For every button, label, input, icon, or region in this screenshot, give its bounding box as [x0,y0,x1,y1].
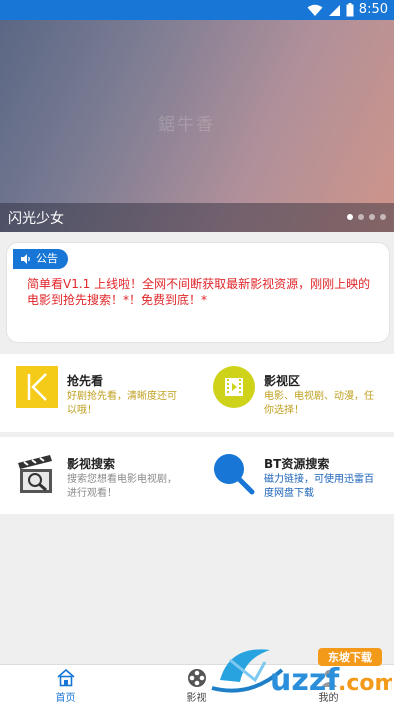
film-icon [213,366,255,408]
menu-title: BT资源搜索 [264,457,330,471]
banner-carousel[interactable]: 鋸牛香 闪光少女 [0,20,394,232]
menu-title: 影视搜索 [67,457,116,471]
film-reel-icon [187,669,206,687]
status-icons: 8:50 [307,2,388,18]
uzzf-badge: 东坡下载 [328,650,372,664]
carousel-dot[interactable] [347,214,353,220]
notice-text: 简单看V1.1 上线啦！全网不间断获取最新影视资源，刚刚上映的电影到抢先搜索！*… [27,277,371,307]
menu-desc: 搜索您想看电影电视剧，进行观看！ [67,474,177,499]
menu-title: 抢先看 [67,374,104,388]
carousel-dot[interactable] [369,214,375,220]
nav-item-home[interactable]: 首页 [0,665,131,702]
menu-item-preview[interactable]: 抢先看 好剧抢先看，清晰度还可以哦！ [0,354,197,432]
menu-row-2: 影视搜索 搜索您想看电影电视剧，进行观看！ BT资源搜索 磁力链接，可使用迅雷百… [0,437,394,514]
notice-card[interactable]: 公告 简单看V1.1 上线啦！全网不间断获取最新影视资源，刚刚上映的电影到抢先搜… [6,242,390,343]
uzzf-logo: 东坡下载 uzzf .com [211,648,392,698]
banner-watermark: 鋸牛香 [158,115,215,135]
wifi-icon [307,4,323,16]
banner-caption: 闪光少女 [8,211,64,227]
notice-tag-label: 公告 [36,252,58,265]
clapperboard-search-icon [18,455,52,493]
signal-icon [328,4,340,16]
banner-caption-bar: 闪光少女 [0,203,394,232]
carousel-dot[interactable] [380,214,386,220]
status-time: 8:50 [358,2,388,17]
menu-title: 影视区 [264,374,301,388]
status-bar: 8:50 [0,0,394,20]
notice-tag: 公告 [13,249,68,269]
menu-desc: 好剧抢先看，清晰度还可以哦！ [67,391,177,416]
speaker-icon [21,254,30,264]
carousel-indicator [347,214,386,220]
menu-item-video-search[interactable]: 影视搜索 搜索您想看电影电视剧，进行观看！ [0,437,197,515]
k-logo-icon [16,366,58,408]
menu-row-1: 抢先看 好剧抢先看，清晰度还可以哦！ 影视区 电影、电视剧、动漫，任你选择！ [0,354,394,432]
menu-desc: 电影、电视剧、动漫，任你选择！ [264,391,374,416]
menu-desc: 磁力链接，可使用迅雷百度网盘下载 [264,474,374,499]
uzzf-suffix: .com [338,671,392,696]
uzzf-text: uzzf [270,663,340,698]
battery-icon [346,3,354,17]
menu-item-videos[interactable]: 影视区 电影、电视剧、动漫，任你选择！ [197,354,394,432]
nav-label: 首页 [55,693,76,702]
home-icon [56,668,75,687]
notice-section: 公告 简单看V1.1 上线啦！全网不间断获取最新影视资源，刚刚上映的电影到抢先搜… [0,232,394,354]
magnifier-icon [214,454,255,495]
menu-item-bt-search[interactable]: BT资源搜索 磁力链接，可使用迅雷百度网盘下载 [197,437,394,515]
carousel-dot[interactable] [358,214,364,220]
